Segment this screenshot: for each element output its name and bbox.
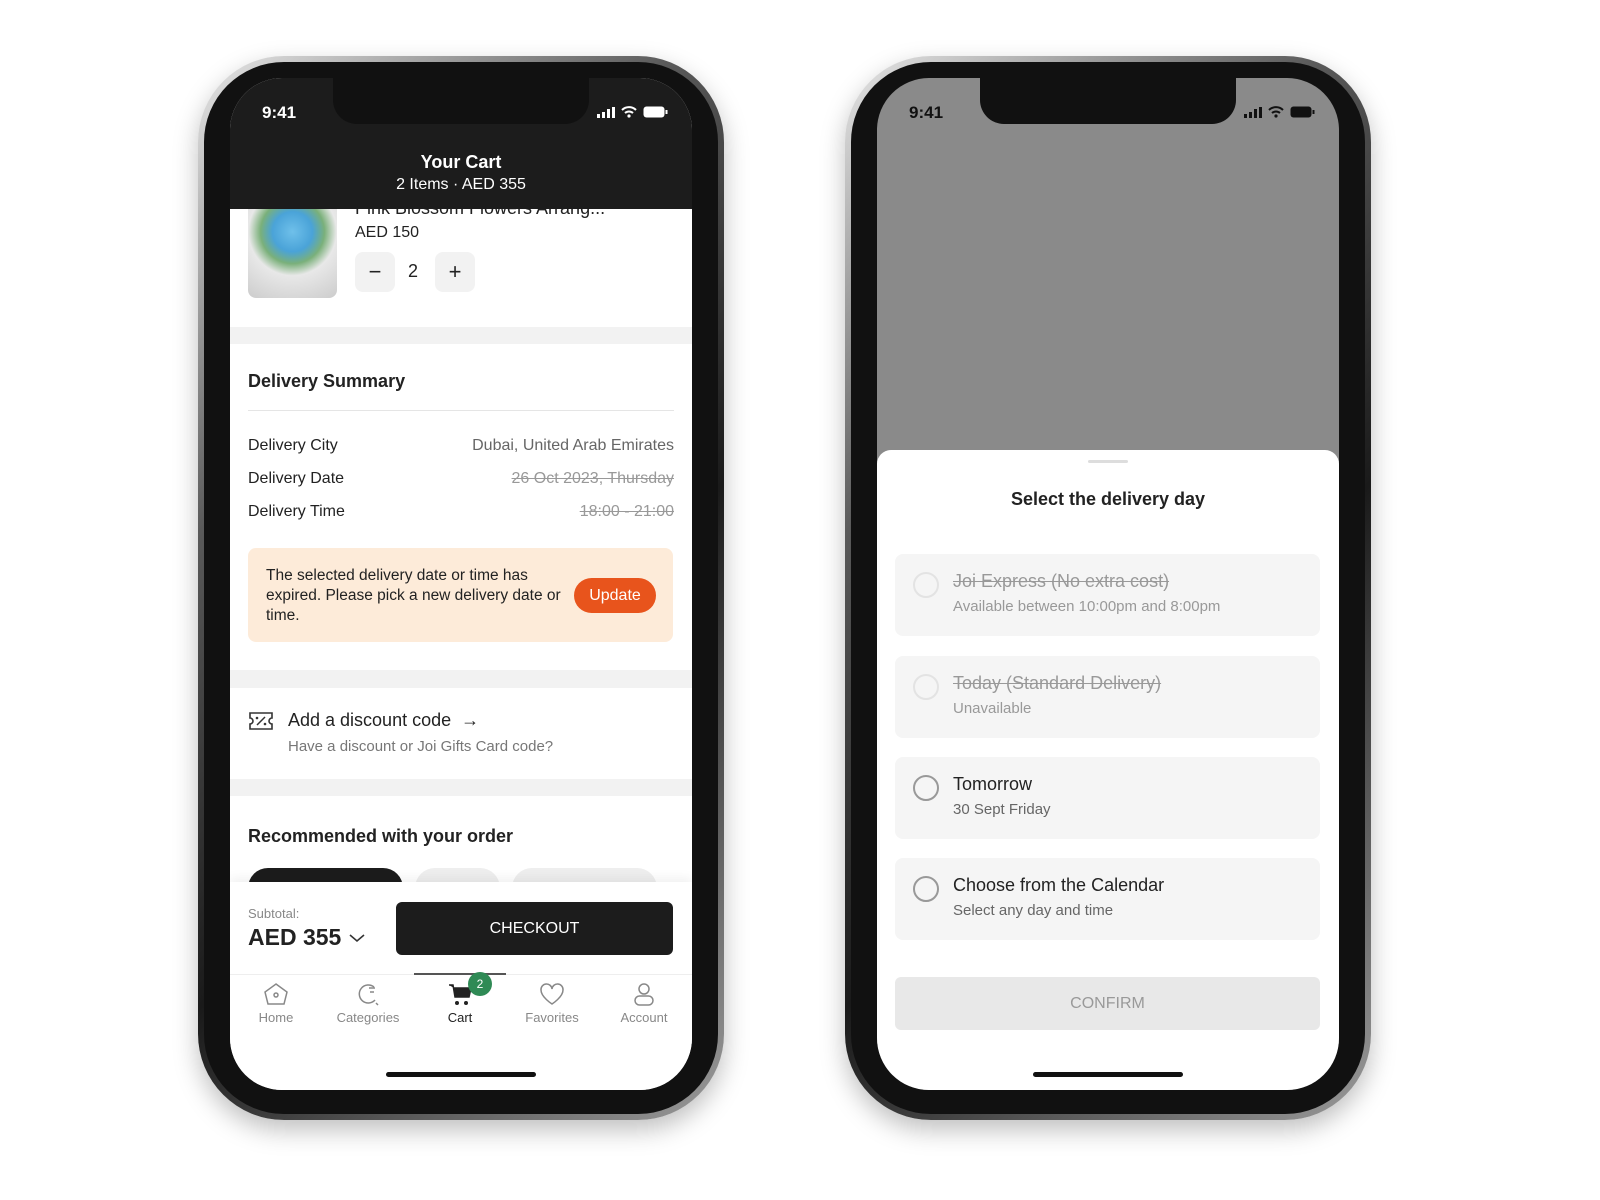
tab-categories[interactable]: Categories xyxy=(322,982,414,1025)
radio-button[interactable] xyxy=(913,572,939,598)
status-icons xyxy=(597,106,668,118)
option-subtitle: 30 Sept Friday xyxy=(953,801,1051,818)
status-icons xyxy=(1244,106,1315,118)
option-tomorrow[interactable]: Tomorrow 30 Sept Friday xyxy=(895,757,1320,839)
option-today[interactable]: Today (Standard Delivery) Unavailable xyxy=(895,656,1320,738)
tab-favorites[interactable]: Favorites xyxy=(506,982,598,1025)
delivery-summary-heading: Delivery Summary xyxy=(248,371,406,391)
decrease-quantity-button[interactable]: − xyxy=(355,252,395,292)
option-title: Choose from the Calendar xyxy=(953,875,1165,895)
divider xyxy=(230,779,692,796)
heart-icon xyxy=(540,983,564,1005)
confirm-button[interactable]: CONFIRM xyxy=(895,977,1320,1030)
option-title: Joi Express (No extra cost) xyxy=(953,571,1170,591)
phone-cart: 9:41 Your Cart 2 Items · AED 355 Pink Bl… xyxy=(198,56,724,1120)
option-calendar[interactable]: Choose from the Calendar Select any day a… xyxy=(895,858,1320,940)
discount-title: Add a discount code xyxy=(288,710,452,730)
delivery-date-row: Delivery Date 26 Oct 2023, Thursday xyxy=(248,470,674,488)
discount-ticket-icon xyxy=(248,710,274,732)
delivery-day-sheet: Select the delivery day Joi Express (No … xyxy=(877,450,1339,1090)
radio-button[interactable] xyxy=(913,876,939,902)
delivery-city-row: Delivery City Dubai, United Arab Emirates xyxy=(248,437,674,455)
option-title: Tomorrow xyxy=(953,774,1033,794)
cart-summary: 2 Items · AED 355 xyxy=(396,176,526,193)
home-icon xyxy=(264,983,288,1005)
status-time: 9:41 xyxy=(909,103,944,122)
subtotal-toggle[interactable]: AED 355 xyxy=(248,924,365,951)
arrow-right-icon: → xyxy=(461,710,480,730)
radio-button[interactable] xyxy=(913,775,939,801)
tab-cart[interactable]: Cart 2 xyxy=(414,972,506,1025)
radio-button[interactable] xyxy=(913,674,939,700)
row-label: Delivery Date xyxy=(248,470,345,487)
increase-quantity-button[interactable]: + xyxy=(435,252,475,292)
product-image[interactable] xyxy=(248,196,337,298)
row-value: 18:00 - 21:00 xyxy=(579,503,674,520)
option-subtitle: Available between 10:00pm and 8:00pm xyxy=(953,598,1221,615)
quantity-value: 2 xyxy=(408,261,419,281)
sheet-title: Select the delivery day xyxy=(1010,489,1206,509)
option-subtitle: Unavailable xyxy=(953,700,1032,717)
status-time: 9:41 xyxy=(262,103,297,122)
categories-icon xyxy=(358,984,379,1006)
expired-warning: The selected delivery date or time has e… xyxy=(248,548,673,642)
add-discount-link[interactable]: Add a discount code → xyxy=(288,710,479,731)
update-button[interactable]: Update xyxy=(574,578,656,613)
signal-icon xyxy=(1244,106,1262,118)
subtotal-value: AED 355 xyxy=(248,924,342,950)
divider xyxy=(230,327,692,344)
row-value: 26 Oct 2023, Thursday xyxy=(511,470,674,487)
home-indicator xyxy=(386,1072,536,1077)
tab-label: Account xyxy=(620,1010,668,1025)
delivery-day-screen: 9:41 Select the delivery day Joi Express… xyxy=(877,78,1339,1090)
delivery-time-row: Delivery Time 18:00 - 21:00 xyxy=(248,503,674,521)
wifi-icon xyxy=(1268,106,1284,118)
tab-label: Home xyxy=(258,1010,294,1025)
cart-badge: 2 xyxy=(468,972,492,996)
row-label: Delivery City xyxy=(248,437,338,454)
warning-text: The selected delivery date or time has e… xyxy=(266,567,561,624)
option-joi-express[interactable]: Joi Express (No extra cost) Available bet… xyxy=(895,554,1320,636)
active-tab-indicator xyxy=(414,973,506,975)
tab-label: Cart xyxy=(447,1010,473,1025)
divider xyxy=(230,670,692,688)
tab-home[interactable]: Home xyxy=(230,982,322,1025)
checkout-button[interactable]: CHECKOUT xyxy=(396,902,673,955)
recommended-heading: Recommended with your order xyxy=(248,826,514,846)
tab-label: Categories xyxy=(336,1010,400,1025)
page-title: Your Cart xyxy=(420,152,502,172)
row-label: Delivery Time xyxy=(248,503,345,520)
battery-icon xyxy=(643,106,668,118)
wifi-icon xyxy=(621,106,637,118)
notch xyxy=(980,78,1236,124)
chevron-down-icon xyxy=(349,933,365,942)
product-price: AED 150 xyxy=(355,224,420,241)
row-value: Dubai, United Arab Emirates xyxy=(472,437,674,454)
cart-screen: 9:41 Your Cart 2 Items · AED 355 Pink Bl… xyxy=(230,78,692,1090)
tab-account[interactable]: Account xyxy=(598,982,690,1025)
divider xyxy=(248,410,674,411)
discount-subtitle: Have a discount or Joi Gifts Card code? xyxy=(288,738,554,755)
phone-delivery-day: 9:41 Select the delivery day Joi Express… xyxy=(845,56,1371,1120)
subtotal-label: Subtotal: xyxy=(248,906,300,921)
user-icon xyxy=(634,983,654,1006)
sheet-drag-handle[interactable] xyxy=(1088,460,1128,463)
signal-icon xyxy=(597,106,615,118)
option-subtitle: Select any day and time xyxy=(953,902,1114,919)
notch xyxy=(333,78,589,124)
battery-icon xyxy=(1290,106,1315,118)
option-title: Today (Standard Delivery) xyxy=(953,673,1162,693)
tab-label: Favorites xyxy=(525,1010,579,1025)
home-indicator xyxy=(1033,1072,1183,1077)
